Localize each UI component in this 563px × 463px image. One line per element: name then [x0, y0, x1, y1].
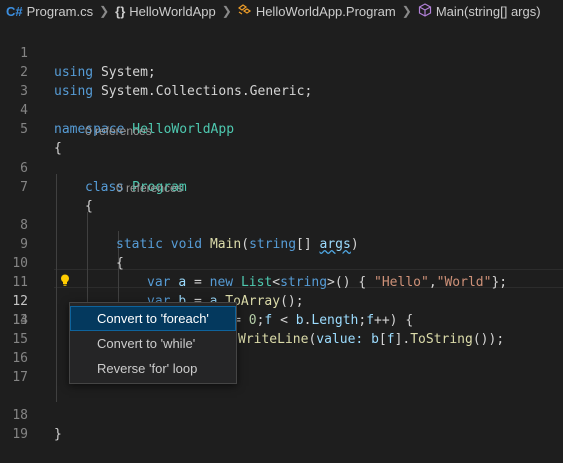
line-number: 19: [12, 427, 28, 442]
chevron-right-icon: ❯: [221, 4, 232, 18]
code-line: 7 {: [0, 159, 563, 214]
code-line: 1 using System;: [0, 25, 563, 80]
menu-item-convert-to-foreach[interactable]: Convert to 'foreach': [70, 306, 236, 331]
chevron-right-icon: ❯: [99, 4, 110, 18]
code-line: 9 {: [0, 216, 563, 271]
codelens-class-references[interactable]: 0 references: [85, 122, 152, 141]
breadcrumb-file-label: Program.cs: [26, 3, 94, 19]
csharp-file-icon: C#: [6, 3, 23, 19]
class-icon: [237, 3, 252, 19]
line-number: 16: [12, 351, 28, 366]
code-line: 10 var a = new List<string>() { "Hello",…: [0, 235, 563, 290]
codelens-method-references[interactable]: 0 references: [116, 179, 183, 198]
menu-item-convert-to-while[interactable]: Convert to 'while': [70, 331, 236, 356]
code-line: 6 class Program: [0, 140, 563, 195]
line-number: 15: [12, 332, 28, 347]
method-icon: [418, 2, 432, 20]
code-line: 5 {: [0, 101, 563, 156]
breadcrumb-method-label: Main(string[] args): [435, 3, 541, 19]
code-text: }: [54, 427, 62, 442]
code-line: 19: [0, 406, 563, 442]
breadcrumb: C# Program.cs ❯ {} HelloWorldApp ❯ Hello…: [0, 0, 563, 22]
quick-fix-menu: Convert to 'foreach' Convert to 'while' …: [69, 302, 237, 384]
breadcrumb-method[interactable]: Main(string[] args): [418, 2, 541, 20]
line-number: 14: [12, 313, 28, 328]
line-number: 17: [12, 370, 28, 385]
code-line-active: 12 for (var f = 0;f < b.Length;f++) {: [0, 273, 563, 328]
lightbulb-icon[interactable]: [58, 272, 72, 286]
code-line: 8 static void Main(string[] args): [0, 197, 563, 252]
code-line: 3: [0, 63, 563, 99]
chevron-right-icon: ❯: [401, 4, 412, 18]
breadcrumb-file[interactable]: C# Program.cs: [0, 4, 93, 19]
breadcrumb-namespace[interactable]: {} HelloWorldApp: [115, 4, 216, 19]
breadcrumb-namespace-label: HelloWorldApp: [129, 3, 216, 19]
code-line: 2 using System.Collections.Generic;: [0, 44, 563, 99]
line-number: 5: [20, 122, 28, 137]
code-line: 11 var b = a.ToArray();: [0, 254, 563, 309]
breadcrumb-class-label: HelloWorldApp.Program: [255, 3, 396, 19]
code-line: 4 namespace HelloWorldApp: [0, 82, 563, 137]
braces-icon: {}: [115, 3, 126, 19]
menu-item-reverse-for-loop[interactable]: Reverse 'for' loop: [70, 356, 236, 381]
line-number: 7: [20, 180, 28, 195]
breadcrumb-class[interactable]: HelloWorldApp.Program: [237, 3, 396, 19]
code-line: 18 }: [0, 387, 563, 442]
